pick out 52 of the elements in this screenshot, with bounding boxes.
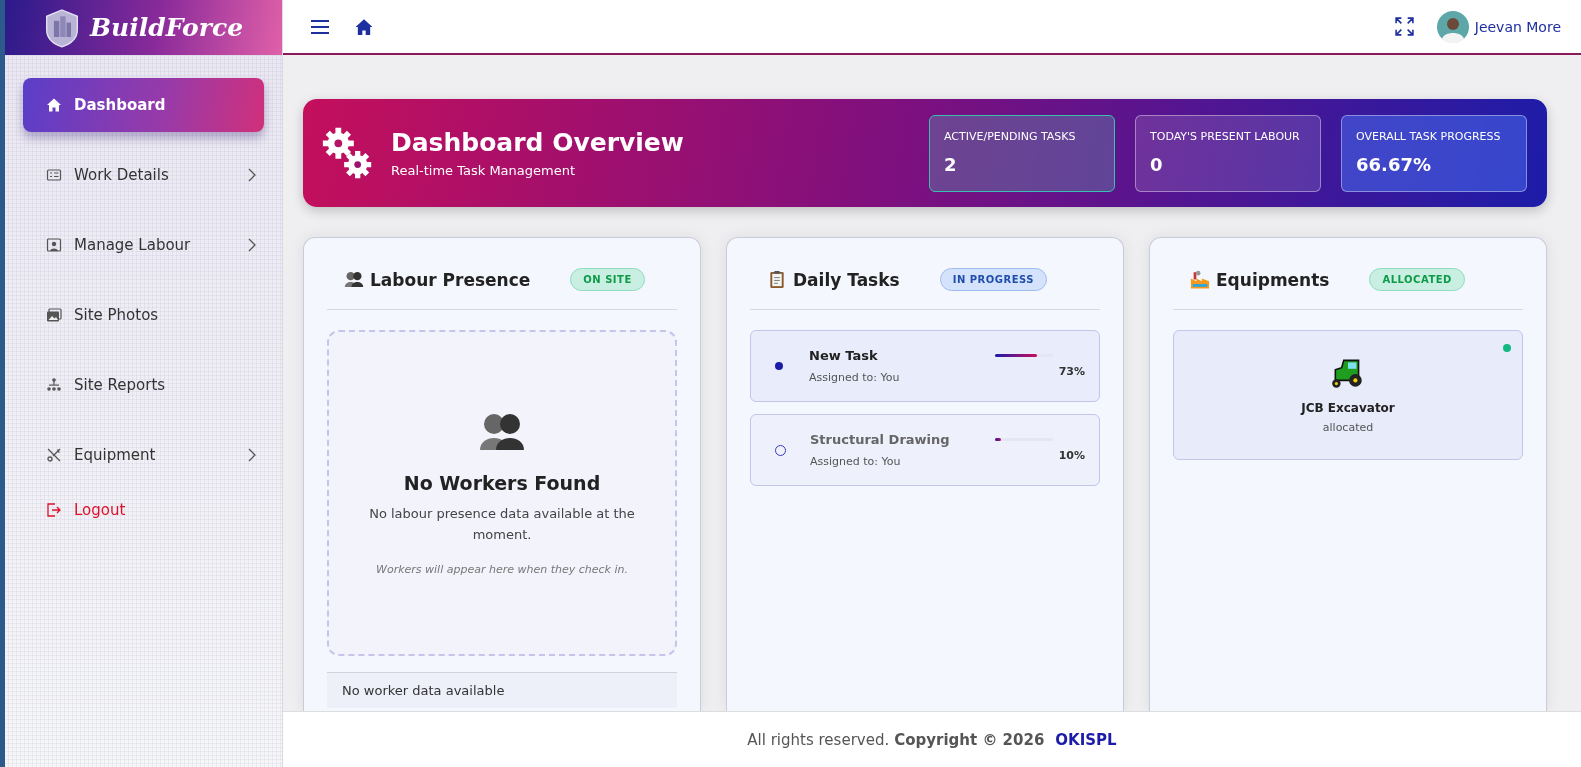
empty-title: No Workers Found (403, 471, 601, 494)
note-text: No worker data available (342, 683, 505, 698)
sidebar-item[interactable]: Dashboard (23, 78, 264, 132)
tools-icon (46, 447, 62, 463)
sidebar-item[interactable]: Logout (23, 498, 264, 522)
footer-text: All rights reserved. (747, 730, 890, 749)
task-item[interactable]: Structural Drawing Assigned to: You 10% (750, 414, 1100, 486)
equipment-status: allocated (1322, 420, 1374, 434)
stat-label: ACTIVE/PENDING TASKS (944, 128, 1077, 144)
page-subtitle: Real-time Task Management (391, 163, 577, 178)
building-shield-icon (43, 6, 80, 49)
task-title: Structural Drawing (810, 432, 951, 447)
progress-percent: 73% (1058, 365, 1085, 378)
avatar[interactable] (1436, 10, 1469, 43)
equipment-name: JCB Excavator (1301, 400, 1395, 415)
card-title: Daily Tasks (793, 269, 900, 290)
user-name[interactable]: Jeevan More (1474, 18, 1561, 35)
factory-icon (1190, 270, 1210, 289)
task-assignee: Assigned to: You (810, 455, 902, 468)
home-icon (46, 97, 62, 113)
status-badge: ALLOCATED (1369, 268, 1465, 291)
task-assignee: Assigned to: You (809, 371, 901, 384)
company-link[interactable]: OKISPL (1055, 730, 1117, 749)
people-icon (344, 270, 364, 289)
progress-percent: 10% (1058, 449, 1085, 462)
empty-hint: Workers will appear here when they check in. (376, 563, 628, 577)
stat-value: 2 (944, 153, 958, 175)
status-badge: ON SITE (570, 268, 645, 291)
card-title: Labour Presence (370, 269, 531, 290)
sidebar-item[interactable]: Equipment (23, 428, 264, 482)
empty-text: No labour presence data available at the moment. (368, 504, 636, 544)
sidebar-item[interactable]: Manage Labour (23, 218, 264, 272)
sidebar-item[interactable]: Work Details (23, 148, 264, 202)
task-item[interactable]: New Task Assigned to: You 73% (750, 330, 1100, 402)
clipboard-icon (767, 270, 787, 289)
page-title: Dashboard Overview (391, 128, 684, 157)
photo-icon (46, 307, 62, 323)
task-title: New Task (809, 348, 879, 363)
list-card-icon (46, 167, 62, 183)
copyright-text: Copyright © 2026 (894, 730, 1045, 749)
stat-value: 0 (1150, 153, 1164, 175)
hierarchy-icon (46, 377, 62, 393)
brand-name: BuildForce (89, 13, 244, 42)
person-card-icon (46, 237, 62, 253)
sidebar-item[interactable]: Site Photos (23, 288, 264, 342)
status-badge: IN PROGRESS (939, 268, 1047, 291)
sidebar-item[interactable]: Site Reports (23, 358, 264, 412)
card-title: Equipments (1216, 269, 1330, 290)
stat-value: 66.67% (1356, 153, 1432, 175)
equipment-tile[interactable]: JCB Excavator allocated (1173, 330, 1523, 460)
stat-label: TODAY'S PRESENT LABOUR (1150, 128, 1301, 144)
stat-label: OVERALL TASK PROGRESS (1356, 128, 1502, 144)
